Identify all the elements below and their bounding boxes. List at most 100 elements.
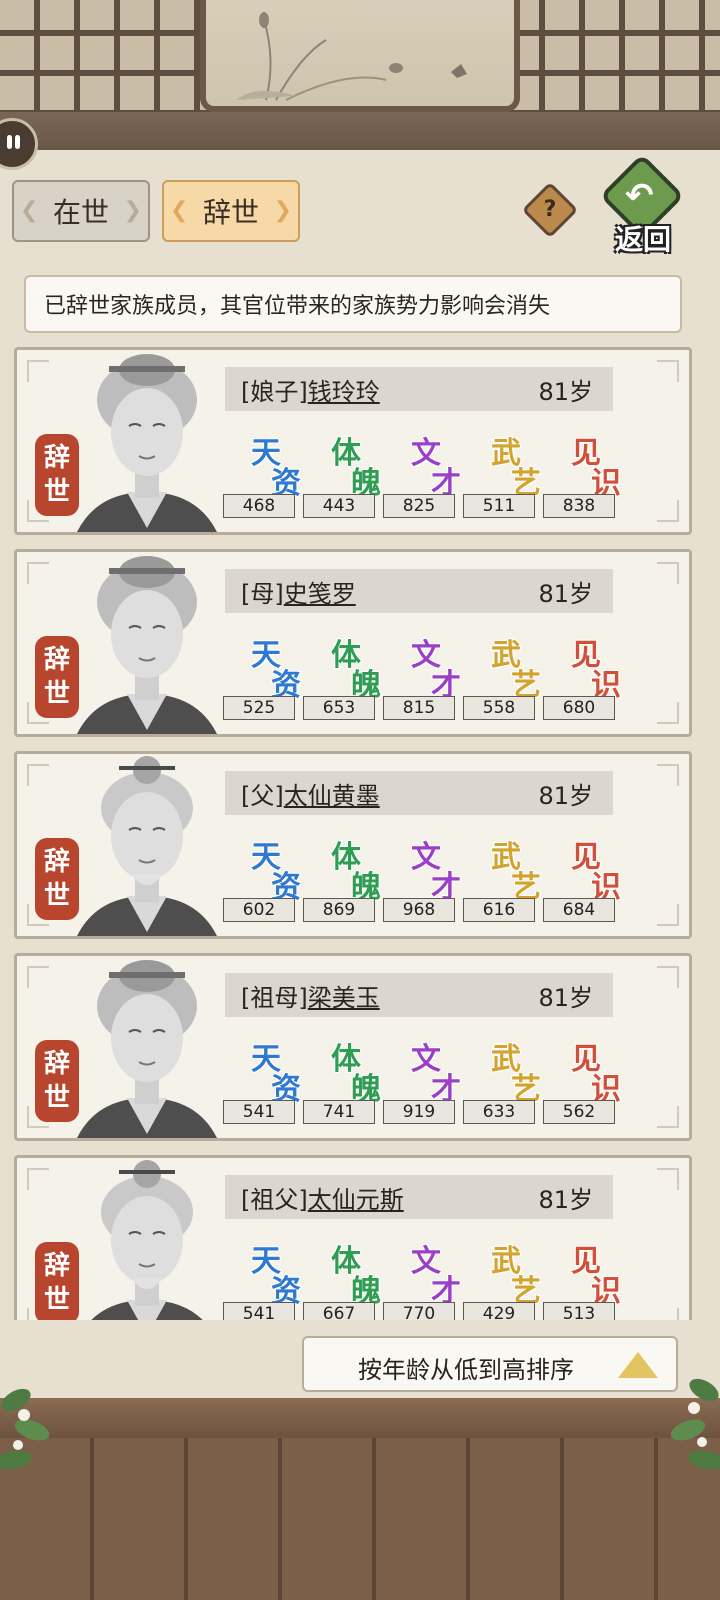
attribute-label: 天 资: [235, 428, 309, 501]
attribute-label: 文 才: [395, 1236, 469, 1309]
attribute-label: 见 识: [555, 1034, 629, 1107]
plant-left-decoration: [0, 1388, 50, 1470]
ink-painting: [200, 0, 520, 112]
attribute-value: 443: [303, 494, 375, 518]
member-portrait: [57, 1160, 237, 1320]
attribute-label: 天 资: [235, 1034, 309, 1107]
name-bar: [祖母]梁美玉 81岁: [225, 973, 613, 1017]
attribute-label: 文 才: [395, 630, 469, 703]
attribute-value: 919: [383, 1100, 455, 1124]
name-bar: [祖父]太仙元斯 81岁: [225, 1175, 613, 1219]
return-arrow-icon: ↶: [625, 176, 654, 216]
member-name-text: 钱玲玲: [307, 377, 380, 406]
member-card[interactable]: 辞世 [祖母]梁美玉 81岁 天 资 541 体 魄 741 文 才 919 武…: [14, 953, 692, 1141]
member-portrait: [57, 554, 237, 734]
card-corner-ornament: [657, 966, 679, 988]
attribute-label: 体 魄: [315, 1034, 389, 1107]
sort-label: 按年龄从低到高排序: [358, 1356, 574, 1384]
attribute-label: 文 才: [395, 1034, 469, 1107]
sort-button[interactable]: 按年龄从低到高排序: [302, 1336, 678, 1392]
member-list[interactable]: 辞世 [娘子]钱玲玲 81岁 天 资 468 体 魄 443 文 才 825 武…: [0, 345, 720, 1320]
card-corner-ornament: [657, 360, 679, 382]
attribute-value: 633: [463, 1100, 535, 1124]
card-corner-ornament: [27, 1168, 49, 1190]
attribute-label: 文 才: [395, 428, 469, 501]
attribute-label: 武 艺: [475, 630, 549, 703]
frame-beam: [0, 112, 720, 150]
member-name[interactable]: [娘子]钱玲玲: [241, 372, 380, 407]
name-bar: [父]太仙黄墨 81岁: [225, 771, 613, 815]
attribute-value: 815: [383, 696, 455, 720]
name-bar: [娘子]钱玲玲 81岁: [225, 367, 613, 411]
back-label: 返回: [614, 223, 671, 256]
member-portrait: [57, 352, 237, 532]
member-age: 81岁: [538, 377, 593, 406]
attribute-label: 见 识: [555, 832, 629, 905]
status-badge: 辞世: [35, 838, 79, 920]
member-relation: [母]: [241, 579, 284, 608]
attribute-value: 616: [463, 898, 535, 922]
card-corner-ornament: [657, 904, 679, 926]
attribute-value: 562: [543, 1100, 615, 1124]
floor-beam: [0, 1398, 720, 1438]
member-relation: [祖父]: [241, 1185, 308, 1214]
tab-deceased[interactable]: 辞世: [162, 180, 300, 242]
member-age: 81岁: [538, 983, 593, 1012]
member-name[interactable]: [祖父]太仙元斯: [241, 1180, 404, 1215]
member-relation: [祖母]: [241, 983, 308, 1012]
attribute-label: 体 魄: [315, 428, 389, 501]
member-name[interactable]: [父]太仙黄墨: [241, 776, 380, 811]
attribute-value: 838: [543, 494, 615, 518]
member-name-text: 太仙元斯: [307, 1185, 404, 1214]
plant-right-decoration: [670, 1378, 720, 1470]
attribute-value: 825: [383, 494, 455, 518]
attribute-value: 429: [463, 1302, 535, 1320]
attribute-label: 天 资: [235, 832, 309, 905]
status-badge: 辞世: [35, 434, 79, 516]
attribute-value: 680: [543, 696, 615, 720]
attribute-value: 968: [383, 898, 455, 922]
card-corner-ornament: [657, 500, 679, 522]
member-card[interactable]: 辞世 [娘子]钱玲玲 81岁 天 资 468 体 魄 443 文 才 825 武…: [14, 347, 692, 535]
sort-ascending-icon: [618, 1352, 658, 1378]
attribute-value: 653: [303, 696, 375, 720]
member-age: 81岁: [538, 579, 593, 608]
member-name[interactable]: [母]史笺罗: [241, 574, 356, 609]
attribute-label: 体 魄: [315, 630, 389, 703]
card-corner-ornament: [27, 764, 49, 786]
attribute-label: 见 识: [555, 428, 629, 501]
attribute-value: 667: [303, 1302, 375, 1320]
member-card[interactable]: 辞世 [母]史笺罗 81岁 天 资 525 体 魄 653 文 才 815 武 …: [14, 549, 692, 737]
member-relation: [娘子]: [241, 377, 308, 406]
attribute-value: 741: [303, 1100, 375, 1124]
member-portrait: [57, 958, 237, 1138]
attribute-label: 天 资: [235, 1236, 309, 1309]
attribute-label: 武 艺: [475, 428, 549, 501]
attribute-label: 体 魄: [315, 1236, 389, 1309]
help-button[interactable]: ?: [521, 181, 579, 239]
deceased-notice: 已辞世家族成员，其官位带来的家族势力影响会消失: [24, 275, 682, 333]
card-corner-ornament: [657, 562, 679, 584]
attribute-label: 见 识: [555, 1236, 629, 1309]
attribute-value: 684: [543, 898, 615, 922]
member-card[interactable]: 辞世 [祖父]太仙元斯 81岁 天 资 541 体 魄 667 文 才 770 …: [14, 1155, 692, 1320]
member-relation: [父]: [241, 781, 284, 810]
member-name-text: 梁美玉: [307, 983, 380, 1012]
attribute-value: 513: [543, 1302, 615, 1320]
status-badge: 辞世: [35, 1040, 79, 1122]
attribute-value: 468: [223, 494, 295, 518]
attribute-value: 869: [303, 898, 375, 922]
member-age: 81岁: [538, 1185, 593, 1214]
status-badge: 辞世: [35, 1242, 79, 1320]
card-corner-ornament: [27, 966, 49, 988]
attribute-label: 武 艺: [475, 1034, 549, 1107]
attribute-value: 525: [223, 696, 295, 720]
back-button[interactable]: ↶ 返回: [599, 153, 686, 256]
attribute-value: 770: [383, 1302, 455, 1320]
member-card[interactable]: 辞世 [父]太仙黄墨 81岁 天 资 602 体 魄 869 文 才 968 武…: [14, 751, 692, 939]
card-corner-ornament: [657, 1106, 679, 1128]
member-name[interactable]: [祖母]梁美玉: [241, 978, 380, 1013]
status-badge: 辞世: [35, 636, 79, 718]
attribute-value: 558: [463, 696, 535, 720]
tab-alive[interactable]: 在世: [12, 180, 150, 242]
